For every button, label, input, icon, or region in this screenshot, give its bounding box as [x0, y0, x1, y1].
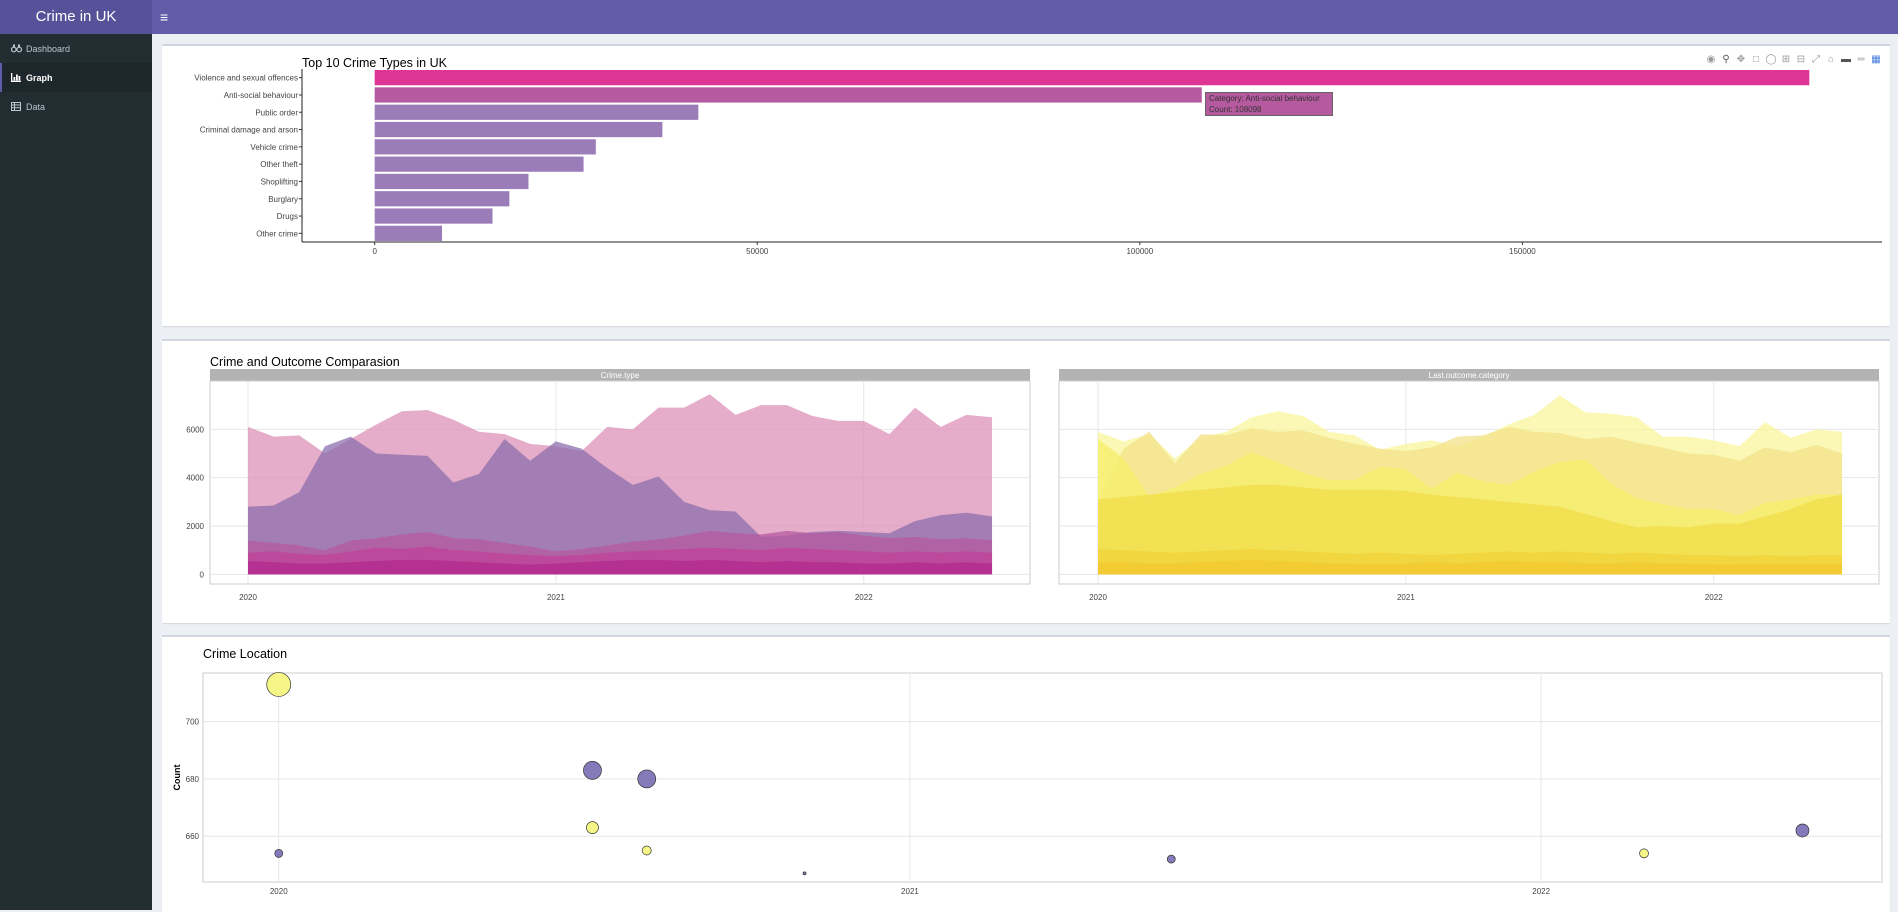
bar: [374, 87, 1202, 103]
facet-label: Last.outcome.category: [1429, 371, 1510, 380]
x-tick-label: 2022: [1532, 887, 1550, 896]
bar: [374, 208, 493, 224]
y-tick-label: 700: [186, 718, 200, 727]
facet-label: Crime.type: [601, 371, 640, 380]
menu-toggle-icon[interactable]: ≡: [160, 9, 176, 25]
table-icon: [11, 102, 23, 111]
bar: [374, 70, 1810, 86]
tooltip-category: Category: Anti-social behaviour: [1209, 94, 1320, 103]
sidebar-item-label: Dashboard: [26, 43, 71, 54]
x-tick-label: 2022: [1705, 593, 1723, 602]
bar: [374, 121, 663, 138]
category-label: Vehicle crime: [250, 143, 298, 152]
y-tick-label: 660: [186, 832, 200, 841]
x-tick-label: 50000: [746, 247, 769, 256]
y-tick-label: 4000: [186, 474, 204, 483]
x-tick-label: 2021: [901, 887, 919, 896]
location-panel: Crime Location 660 680 700 2020 2021 2022 Coun…: [162, 635, 1890, 912]
y-tick-label: 0: [200, 570, 205, 579]
x-tick-label: 2022: [855, 593, 873, 602]
sidebar-item-dashboard[interactable]: Dashboard: [0, 34, 152, 63]
binoculars-icon: [11, 44, 23, 53]
scatter-point: [641, 845, 652, 856]
y-tick-label: 680: [186, 775, 200, 784]
hover-tooltip: Category: Anti-social behaviour Count: 1…: [1205, 92, 1333, 116]
y-axis-title: Count: [172, 765, 182, 791]
category-label: Criminal damage and arson: [200, 126, 298, 135]
y-tick-label: 2000: [186, 522, 204, 531]
bar-chart-icon: [11, 73, 23, 82]
sidebar-item-label: Graph: [26, 72, 53, 83]
bar: [374, 104, 699, 120]
comparison-area-chart[interactable]: Crime.type 0 2000 4000 6000 2020 2021 2022 Last.…: [162, 341, 1890, 621]
x-tick-label: 2020: [270, 887, 288, 896]
category-label: Burglary: [268, 195, 298, 204]
x-tick-label: 100000: [1126, 247, 1153, 256]
scatter-point: [802, 871, 807, 876]
x-tick-label: 150000: [1509, 247, 1536, 256]
bar: [374, 156, 584, 172]
sidebar-item-graph[interactable]: Graph: [0, 63, 152, 92]
scatter-point: [1639, 848, 1649, 859]
app-logo[interactable]: Crime in UK: [0, 0, 152, 34]
category-label: Shoplifting: [261, 177, 298, 186]
bar: [374, 225, 443, 241]
location-scatter-chart[interactable]: 660 680 700 2020 2021 2022 Count: [162, 637, 1890, 912]
scatter-point: [1166, 854, 1176, 864]
category-label: Violence and sexual offences: [194, 74, 298, 83]
category-label: Public order: [255, 108, 298, 117]
sidebar-item-label: Data: [26, 101, 46, 112]
top-navbar: ≡: [152, 0, 1898, 34]
top10-bar-chart[interactable]: Violence and sexual offences Anti-social …: [162, 46, 1890, 324]
category-label: Anti-social behaviour: [224, 91, 299, 100]
plot-area: [202, 672, 1883, 883]
y-tick-label: 6000: [186, 425, 204, 434]
category-label: Other crime: [256, 229, 298, 238]
x-tick-label: 2020: [239, 593, 257, 602]
sidebar: Crime in UK Dashboard Graph Data: [0, 0, 152, 910]
scatter-point: [586, 821, 599, 834]
scatter-point: [637, 769, 657, 789]
comparison-panel: Crime and Outcome Comparasion Crime.type…: [162, 339, 1890, 623]
scatter-point: [266, 672, 292, 697]
scatter-point: [1795, 823, 1810, 838]
x-tick-label: 2021: [547, 593, 565, 602]
tooltip-count: Count: 108098: [1209, 105, 1262, 114]
category-label: Drugs: [277, 212, 298, 221]
category-label: Other theft: [260, 160, 299, 169]
scatter-point: [274, 849, 284, 858]
scatter-point: [583, 760, 602, 780]
bar: [374, 173, 529, 190]
x-tick-label: 0: [372, 247, 377, 256]
sidebar-item-data[interactable]: Data: [0, 92, 152, 121]
bar: [374, 191, 510, 207]
x-tick-label: 2021: [1397, 593, 1415, 602]
bar: [374, 139, 596, 155]
x-tick-label: 2020: [1089, 593, 1107, 602]
top10-panel: Top 10 Crime Types in UK ◉ ⚲ ✥ □ ◯ ⊞ ⊟ ⤢…: [162, 44, 1890, 326]
